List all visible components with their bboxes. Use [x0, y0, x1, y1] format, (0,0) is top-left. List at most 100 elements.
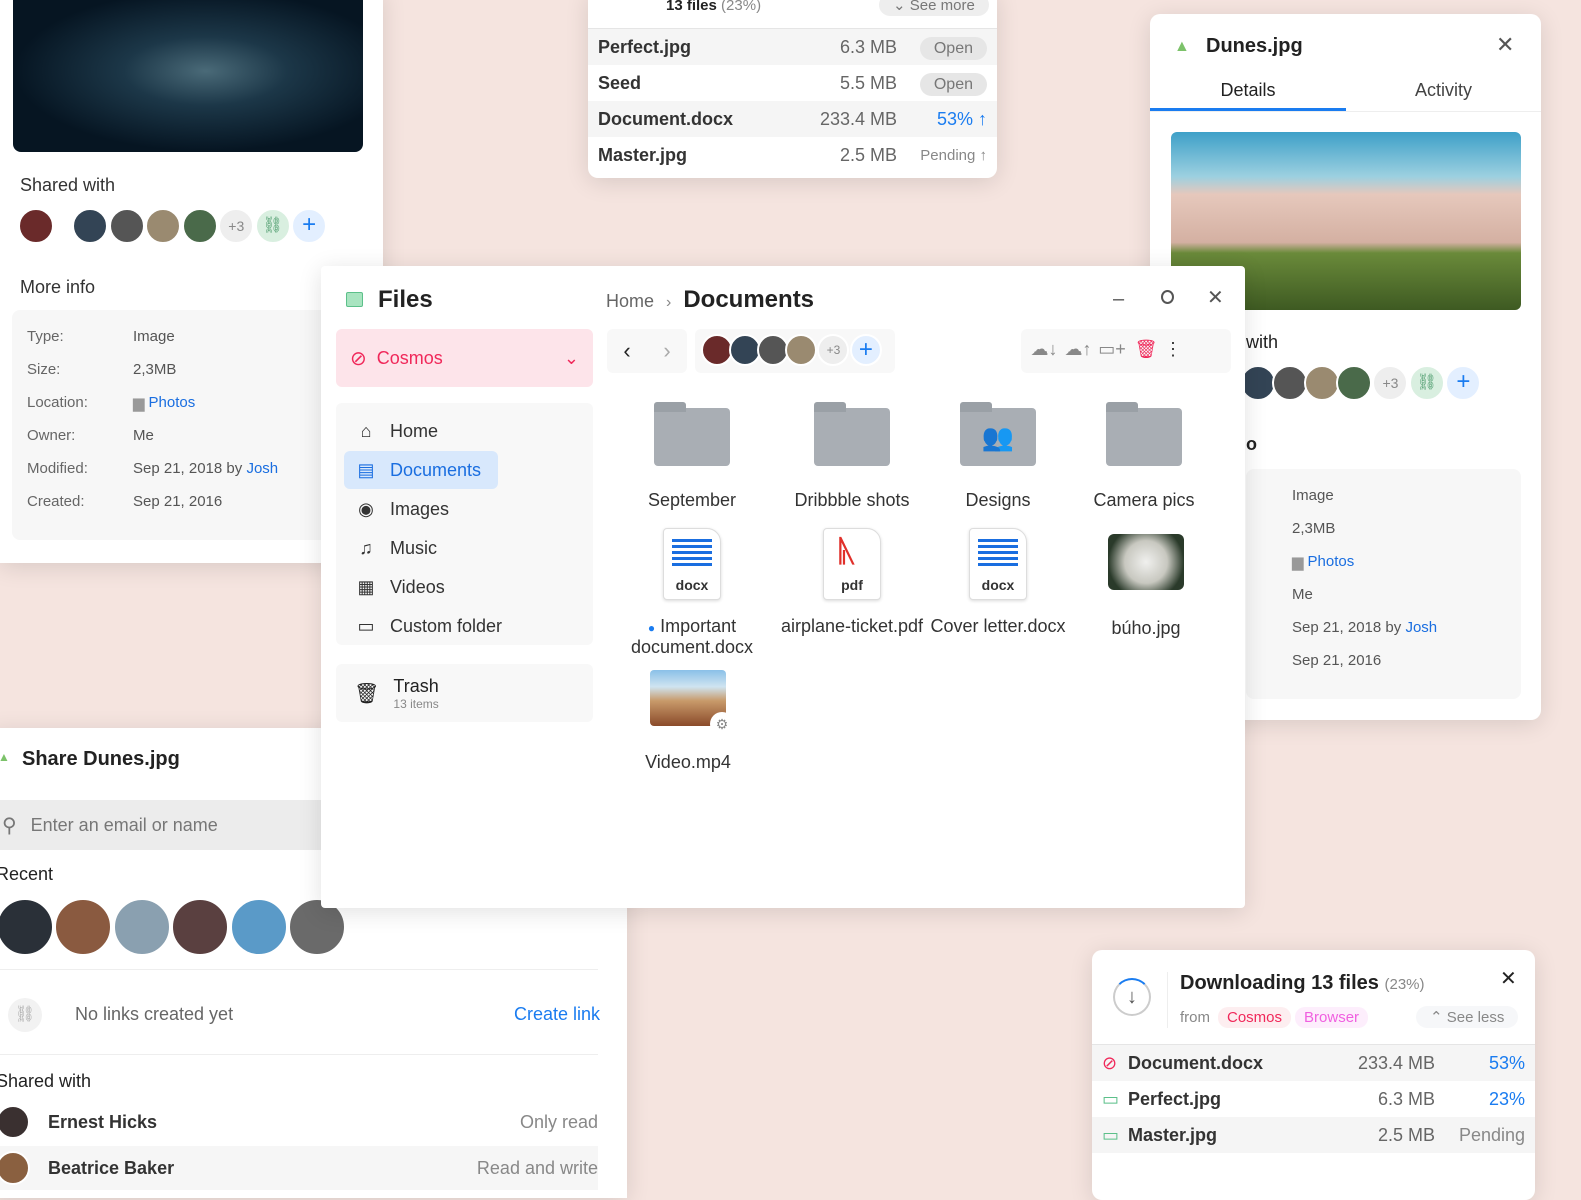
- breadcrumb-home[interactable]: Home: [606, 291, 654, 312]
- close-button[interactable]: ✕: [1207, 285, 1224, 310]
- link-icon[interactable]: ⛓: [254, 208, 291, 244]
- avatar[interactable]: [112, 898, 171, 956]
- list-item[interactable]: Document.docx 233.4 MB 53% ↑: [588, 101, 997, 137]
- avatar[interactable]: [171, 898, 230, 956]
- permission-select[interactable]: Read and write: [477, 1158, 598, 1179]
- more-avatars-count[interactable]: +3: [218, 208, 255, 244]
- modified-by-link[interactable]: Josh: [1405, 619, 1437, 636]
- avatar[interactable]: [229, 898, 288, 956]
- location-link[interactable]: Photos: [149, 394, 196, 411]
- tab-activity[interactable]: Activity: [1346, 80, 1541, 111]
- list-item[interactable]: Perfect.jpg 6.3 MB Open: [588, 29, 997, 65]
- sidebar-item-images[interactable]: ◉ Images: [344, 490, 585, 528]
- folder-designs[interactable]: 👥 Designs: [923, 402, 1073, 511]
- toolbar: ☁↓ ☁↑ ▭+ 🗑 ⋮: [1021, 329, 1231, 373]
- sidebar-item-music[interactable]: ♫ Music: [344, 529, 585, 567]
- sidebar-item-videos[interactable]: ▦ Videos: [344, 568, 585, 606]
- sidebar-item-trash[interactable]: 🗑 Trash 13 items: [336, 664, 593, 722]
- cloud-download-icon[interactable]: ☁↓: [1027, 339, 1061, 360]
- info-value: 2,3MB: [1292, 520, 1336, 537]
- gear-icon: ⚙: [710, 712, 734, 736]
- file-airplane-ticket[interactable]: ᚣ pdf airplane-ticket.pdf: [777, 528, 927, 637]
- image-icon: ▲: [0, 750, 10, 764]
- maximize-button[interactable]: [1161, 290, 1174, 304]
- avatar[interactable]: [1272, 365, 1308, 401]
- folder-icon: ▭: [357, 615, 375, 636]
- avatar[interactable]: [18, 208, 54, 244]
- file-video[interactable]: ⚙ Video.mp4: [613, 670, 763, 773]
- file-cover-letter[interactable]: docx Cover letter.docx: [923, 528, 1073, 637]
- close-icon[interactable]: ✕: [1496, 32, 1514, 58]
- shared-folder-icon: 👥: [960, 402, 1036, 466]
- folder-dribbble-shots[interactable]: Dribbble shots: [777, 402, 927, 511]
- folder-camera-pics[interactable]: Camera pics: [1069, 402, 1219, 511]
- avatar[interactable]: [145, 208, 182, 244]
- avatar[interactable]: [108, 208, 145, 244]
- forward-button[interactable]: ›: [663, 338, 670, 364]
- image-icon: ▲: [1174, 38, 1190, 55]
- info-value: Me: [133, 427, 154, 444]
- person-name: Beatrice Baker: [48, 1157, 175, 1178]
- list-item[interactable]: Seed 5.5 MB Open: [588, 65, 997, 101]
- upload-percent: (23%): [721, 0, 762, 14]
- more-avatars-count[interactable]: +3: [1372, 365, 1409, 401]
- sidebar-item-documents[interactable]: ▤ Documents: [344, 451, 498, 489]
- more-options-icon[interactable]: ⋮: [1163, 339, 1183, 360]
- list-item[interactable]: Ernest Hicks Only read: [0, 1102, 598, 1142]
- more-avatars-count[interactable]: +3: [817, 334, 850, 366]
- tab-details[interactable]: Details: [1150, 80, 1346, 111]
- create-link-button[interactable]: Create link: [514, 1004, 600, 1025]
- avatar[interactable]: [785, 334, 817, 366]
- search-placeholder: Enter an email or name: [30, 814, 218, 835]
- avatar[interactable]: [0, 898, 54, 956]
- back-button[interactable]: ‹: [623, 338, 630, 364]
- info-table: Type: Image Size: 2,3MB Location: ▆ Photos O…: [12, 310, 342, 540]
- close-icon[interactable]: ✕: [1500, 966, 1517, 991]
- sidebar-item-custom-folder[interactable]: ▭ Custom folder: [344, 607, 585, 645]
- avatar[interactable]: [181, 208, 218, 244]
- sidebar-item-home[interactable]: ⌂ Home: [344, 412, 585, 450]
- avatar[interactable]: [72, 208, 109, 244]
- source-tag-cosmos[interactable]: Cosmos: [1218, 1006, 1292, 1028]
- unread-dot: ●: [647, 621, 656, 635]
- open-button[interactable]: Open: [919, 36, 987, 60]
- open-button[interactable]: Open: [919, 72, 987, 96]
- search-icon: ⚲: [2, 814, 17, 837]
- see-more-label: See more: [909, 0, 975, 14]
- list-item[interactable]: Beatrice Baker Read and write: [0, 1146, 598, 1190]
- more-info-heading: o: [1246, 434, 1257, 454]
- trash-count: 13 items: [393, 696, 439, 711]
- add-person-button[interactable]: +: [849, 334, 882, 366]
- avatar[interactable]: [1304, 365, 1340, 401]
- upload-progress: 53% ↑: [936, 108, 987, 129]
- file-buho[interactable]: búho.jpg: [1071, 534, 1221, 639]
- list-item[interactable]: ▭ Perfect.jpg 6.3 MB 23%: [1092, 1081, 1535, 1117]
- see-more-button[interactable]: ⌄ See more: [879, 0, 989, 16]
- see-less-label: See less: [1446, 1009, 1505, 1026]
- see-less-button[interactable]: ⌃ See less: [1416, 1006, 1519, 1028]
- download-progress: 53%: [1488, 1052, 1525, 1073]
- avatar[interactable]: [54, 898, 113, 956]
- document-icon: ▤: [357, 459, 375, 480]
- minimize-button[interactable]: –: [1113, 288, 1124, 311]
- delete-icon[interactable]: 🗑: [1129, 339, 1163, 360]
- add-person-button[interactable]: +: [291, 208, 328, 244]
- location-link[interactable]: Photos: [1308, 553, 1355, 570]
- permission-select[interactable]: Only read: [520, 1112, 598, 1133]
- recent-label: Recent: [0, 864, 54, 884]
- drive-selector[interactable]: ⊘ Cosmos ⌄: [336, 329, 593, 387]
- cloud-upload-icon[interactable]: ☁↑: [1061, 339, 1095, 360]
- avatar[interactable]: [1240, 365, 1276, 401]
- modified-by-link[interactable]: Josh: [246, 460, 278, 477]
- list-item[interactable]: ⊘ Document.docx 233.4 MB 53%: [1092, 1045, 1535, 1081]
- list-item[interactable]: ▭ Master.jpg 2.5 MB Pending: [1092, 1117, 1535, 1153]
- new-folder-icon[interactable]: ▭+: [1095, 339, 1129, 360]
- link-icon[interactable]: ⛓: [1408, 365, 1445, 401]
- folder-september[interactable]: September: [617, 402, 767, 511]
- avatar[interactable]: [1336, 365, 1372, 401]
- source-tag-browser[interactable]: Browser: [1295, 1006, 1369, 1028]
- list-item[interactable]: Master.jpg 2.5 MB Pending ↑: [588, 137, 997, 173]
- info-table: Image 2,3MB ▆ Photos Me Sep 21, 2018 by J…: [1246, 469, 1521, 699]
- add-person-button[interactable]: +: [1445, 365, 1482, 401]
- file-important-document[interactable]: docx ● Important document.docx: [617, 528, 767, 658]
